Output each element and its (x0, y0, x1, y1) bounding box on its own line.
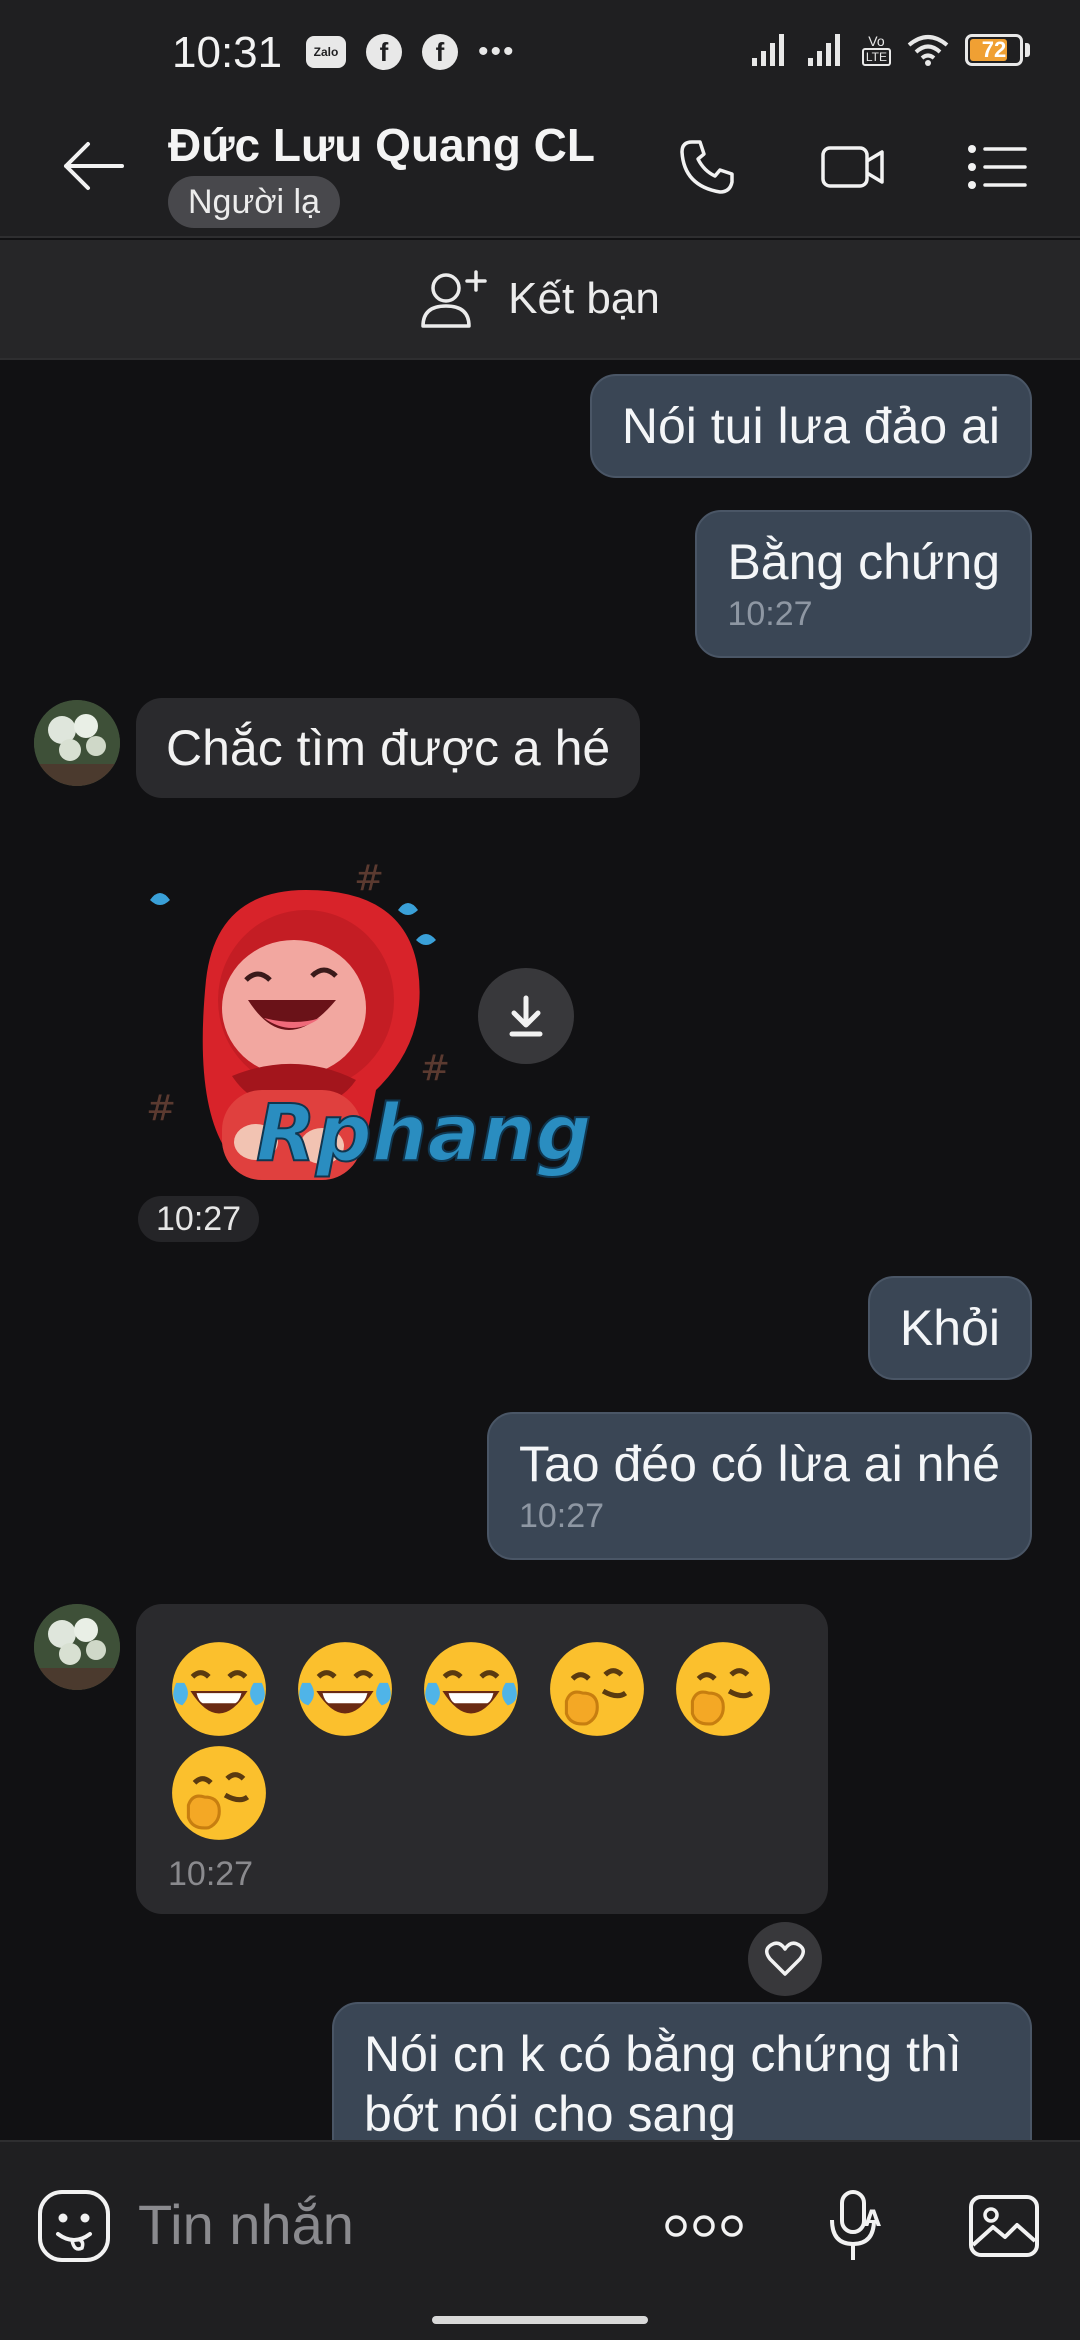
message-bubble-incoming[interactable]: 10:27 (136, 1604, 828, 1914)
message-text: Tao đéo có lừa ai nhé (518, 1436, 1000, 1492)
message-bubble-outgoing[interactable]: Nói tui lưa đảo ai (589, 374, 1032, 478)
more-options-button[interactable] (664, 2186, 744, 2266)
chat-header: Đức Lưu Quang CL Người lạ (0, 96, 1080, 238)
signal-icon (807, 34, 840, 66)
back-button[interactable] (60, 138, 126, 194)
status-time: 10:31 (172, 28, 283, 77)
svg-text:#: # (420, 1048, 450, 1089)
message-text: Nói cn k có bằng chứng thì (364, 2026, 962, 2082)
phone-icon (680, 140, 734, 194)
image-icon (969, 2195, 1039, 2257)
more-dots-icon (665, 2215, 743, 2237)
microphone-icon: A (830, 2190, 881, 2260)
giggle-emoji-icon (676, 1642, 770, 1736)
contact-avatar[interactable] (34, 1604, 120, 1690)
add-friend-label: Kết bạn (508, 274, 660, 323)
voice-call-button[interactable] (672, 132, 742, 202)
giggle-emoji-icon (172, 1746, 266, 1840)
message-text: Bằng chứng (727, 534, 1000, 590)
system-icons: Vo LTE 72 (750, 32, 1030, 68)
message-bubble-outgoing[interactable]: Khỏi (867, 1276, 1032, 1380)
more-notifications-icon: ••• (478, 35, 516, 68)
facebook-icon: f (422, 34, 458, 70)
download-icon (509, 995, 543, 1037)
voice-to-text-button[interactable]: A (816, 2186, 896, 2266)
notification-icons: Zalo f f ••• (306, 34, 516, 70)
laughing-tears-emoji-icon (172, 1642, 266, 1736)
message-time: 10:27 (727, 595, 813, 633)
message-bubble-outgoing[interactable]: Nói cn k có bằng chứng thì bớt nói cho s… (332, 2002, 1032, 2140)
volte-icon: Vo LTE (861, 34, 891, 66)
message-time: 10:27 (518, 1497, 605, 1535)
download-sticker-button[interactable] (478, 968, 574, 1064)
facebook-icon: f (366, 34, 402, 70)
message-bubble-outgoing[interactable]: Bằng chứng 10:27 (695, 510, 1032, 658)
emoji-row (168, 1638, 798, 1740)
svg-text:#: # (354, 858, 384, 899)
signal-icon (751, 34, 784, 66)
message-text: Nói tui lưa đảo ai (621, 398, 1000, 454)
message-input[interactable]: Tin nhắn (138, 2192, 354, 2257)
options-menu-button[interactable] (962, 132, 1032, 202)
sticker-face-icon (38, 2190, 110, 2262)
zalo-icon: Zalo (306, 36, 346, 68)
sticker-picker-button[interactable] (34, 2186, 114, 2266)
message-text: bớt nói cho sang (364, 2086, 736, 2140)
message-time: 10:27 (168, 1855, 254, 1893)
contact-avatar[interactable] (34, 700, 120, 786)
message-text: Chắc tìm được a hé (166, 720, 611, 776)
message-bubble-incoming[interactable]: Chắc tìm được a hé (136, 698, 641, 798)
stranger-tag: Người lạ (168, 176, 340, 228)
giggle-emoji-icon (550, 1642, 644, 1736)
add-user-icon (421, 270, 487, 328)
add-friend-button[interactable]: Kết bạn (0, 240, 1080, 360)
video-call-button[interactable] (818, 132, 888, 202)
wifi-icon (907, 35, 949, 66)
sticker-message[interactable]: # # # Rphang (136, 850, 716, 1190)
laughing-tears-emoji-icon (298, 1642, 392, 1736)
svg-text:A: A (864, 2207, 881, 2232)
message-list[interactable]: Nói tui lưa đảo ai Bằng chứng 10:27 Chắc… (0, 360, 1080, 2140)
back-arrow-icon (64, 142, 124, 190)
message-input-bar: Tin nhắn A (0, 2140, 1080, 2340)
battery-icon: 72 (965, 34, 1023, 66)
message-bubble-outgoing[interactable]: Tao đéo có lừa ai nhé 10:27 (486, 1412, 1032, 1560)
home-indicator[interactable] (432, 2316, 648, 2324)
react-heart-button[interactable] (748, 1922, 822, 1996)
status-bar: 10:31 Zalo f f ••• Vo LTE 72 (0, 0, 1080, 96)
laughing-tears-emoji-icon (424, 1642, 518, 1736)
list-menu-icon (968, 145, 1027, 189)
video-camera-icon (821, 146, 884, 188)
svg-text:#: # (146, 1088, 176, 1129)
sticker-time: 10:27 (138, 1196, 260, 1242)
emoji-row (168, 1742, 798, 1844)
sticker-watermark: Rphang (256, 1089, 591, 1179)
laughing-girl-sticker: # # # Rphang (146, 858, 592, 1180)
photo-picker-button[interactable] (964, 2186, 1044, 2266)
heart-icon (765, 1941, 805, 1976)
message-text: Khỏi (899, 1300, 1000, 1356)
contact-name[interactable]: Đức Lưu Quang CL (168, 118, 595, 172)
